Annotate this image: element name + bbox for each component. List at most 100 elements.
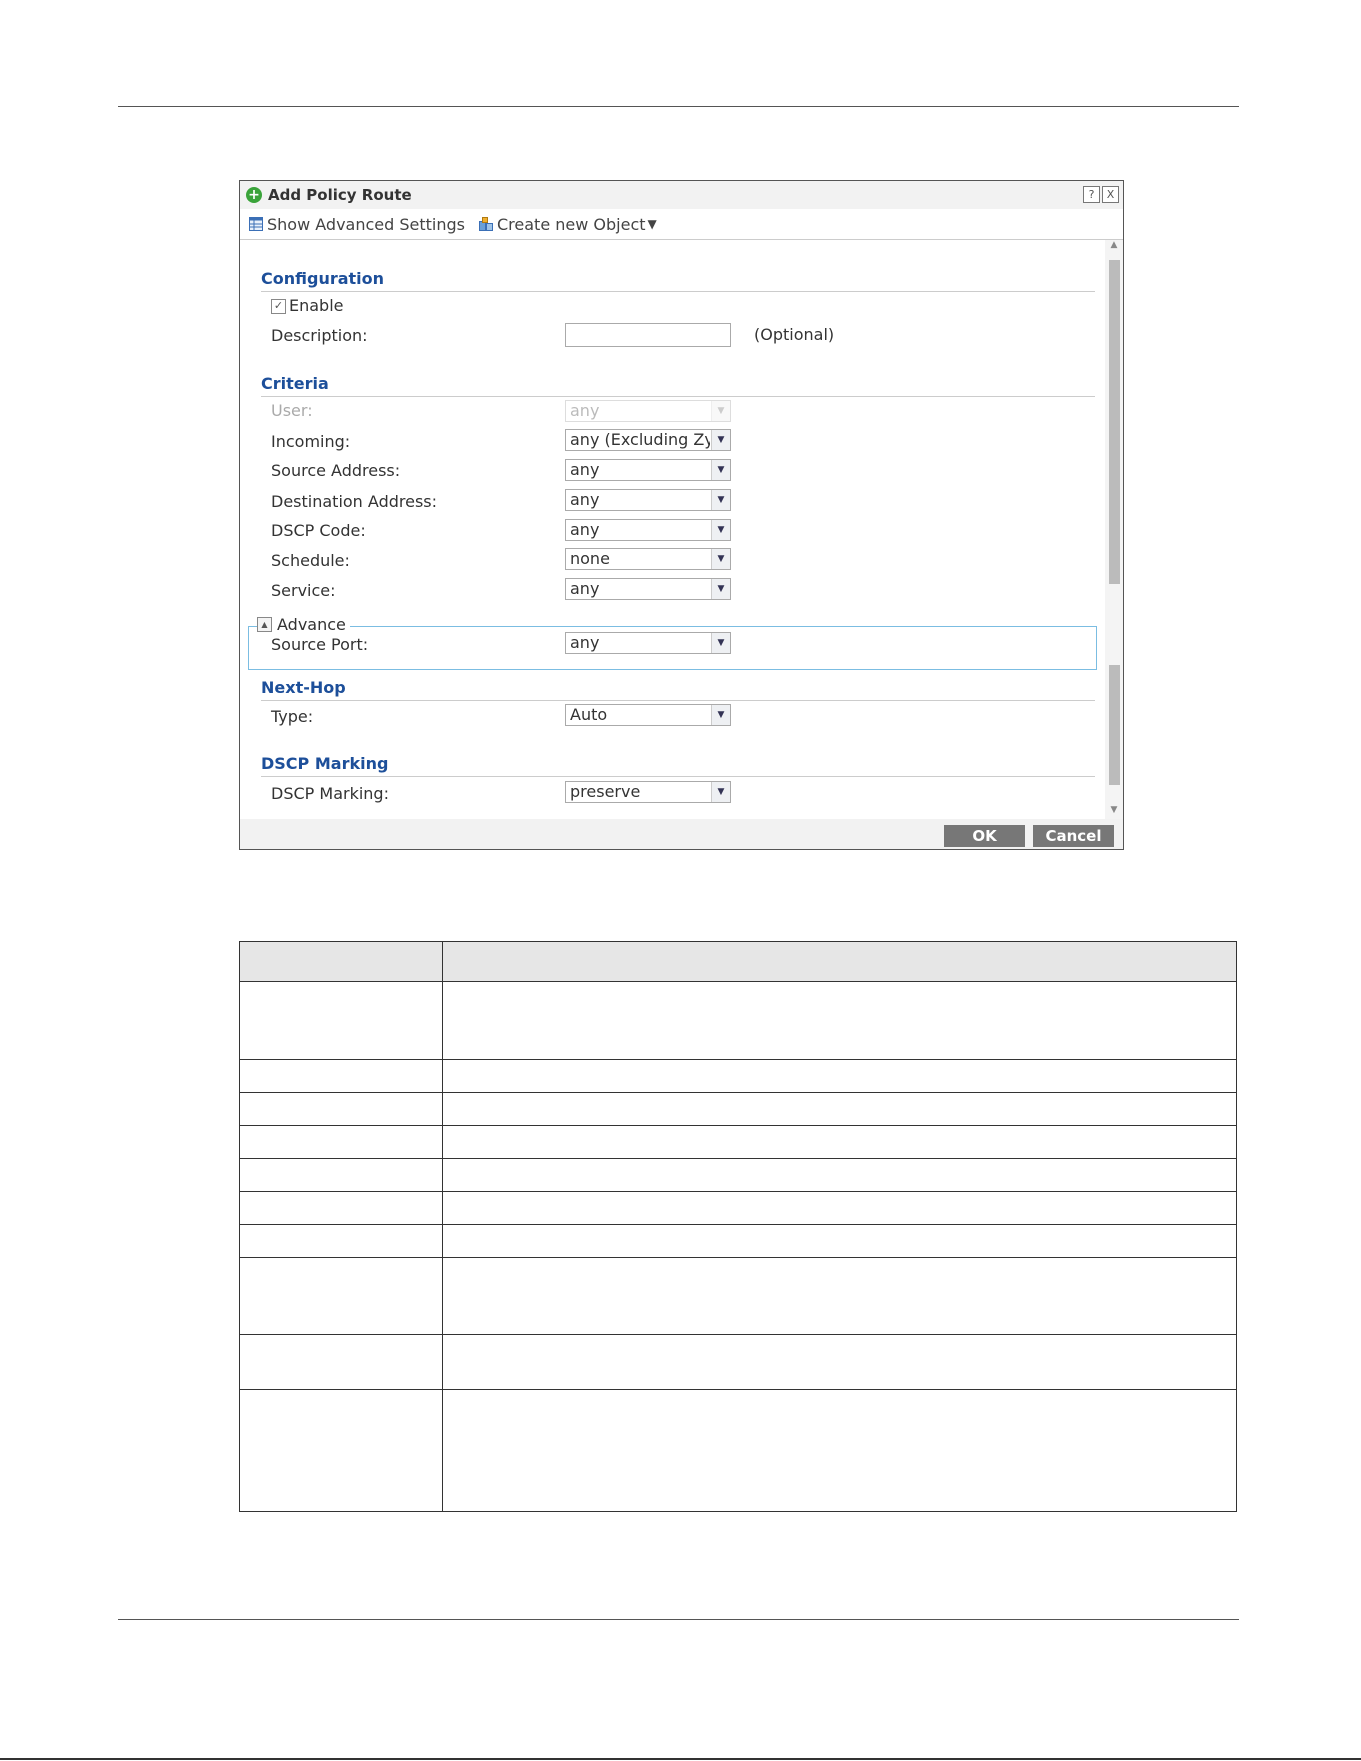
show-advanced-settings-button[interactable]: Show Advanced Settings: [249, 215, 465, 234]
next-hop-heading: Next-Hop: [261, 678, 1095, 701]
footer-rule: [118, 1619, 1239, 1620]
create-new-object-button[interactable]: Create new Object ▼: [479, 215, 657, 234]
chevron-down-icon[interactable]: ▼: [711, 633, 730, 653]
table-cell: [239, 1224, 443, 1258]
table-cell: [442, 1334, 1237, 1390]
table-cell: [239, 1334, 443, 1390]
table-header-cell: [442, 941, 1237, 982]
add-icon: +: [246, 187, 262, 203]
table-row: [239, 1224, 1237, 1258]
table-row: [239, 1191, 1237, 1225]
dscp-code-label: DSCP Code:: [271, 521, 366, 540]
dialog-footer: OK Cancel: [240, 819, 1123, 849]
close-icon[interactable]: X: [1102, 186, 1119, 203]
table-row: [239, 1092, 1237, 1126]
incoming-select[interactable]: any (Excluding ZyW ▼: [565, 429, 731, 451]
table-cell: [239, 1125, 443, 1159]
table-cell: [442, 1257, 1237, 1335]
table-cell: [442, 1059, 1237, 1093]
table-icon: [249, 217, 263, 231]
cancel-button[interactable]: Cancel: [1033, 825, 1114, 847]
enable-label: Enable: [289, 296, 344, 315]
dscp-code-select[interactable]: any ▼: [565, 519, 731, 541]
source-address-select[interactable]: any ▼: [565, 459, 731, 481]
table-cell: [442, 1158, 1237, 1192]
chevron-down-icon[interactable]: ▼: [711, 782, 730, 802]
incoming-value: any (Excluding ZyW: [570, 430, 710, 449]
field-description-table: [239, 941, 1237, 1512]
chevron-down-icon[interactable]: ▼: [711, 549, 730, 569]
table-header-row: [239, 941, 1237, 982]
source-port-label: Source Port:: [271, 635, 369, 654]
source-port-value: any: [570, 633, 600, 652]
schedule-value: none: [570, 549, 610, 568]
description-hint: (Optional): [754, 325, 835, 344]
chevron-down-icon[interactable]: ▼: [711, 520, 730, 540]
table-row: [239, 1158, 1237, 1192]
table-cell: [239, 1257, 443, 1335]
table-cell: [442, 1389, 1237, 1512]
incoming-label: Incoming:: [271, 432, 351, 451]
table-cell: [442, 1191, 1237, 1225]
dialog-title: Add Policy Route: [268, 186, 412, 204]
table-header-cell: [239, 941, 443, 982]
table-cell: [442, 1224, 1237, 1258]
dropdown-arrow-icon: ▼: [647, 217, 657, 231]
destination-address-select[interactable]: any ▼: [565, 489, 731, 511]
chevron-down-icon[interactable]: ▼: [711, 705, 730, 725]
type-select[interactable]: Auto ▼: [565, 704, 731, 726]
user-label: User:: [271, 401, 313, 420]
dialog-content: Configuration ✓ Enable Description: (Opt…: [240, 240, 1105, 819]
table-cell: [442, 981, 1237, 1060]
description-label: Description:: [271, 326, 368, 345]
page-bottom-rule: [0, 1758, 1361, 1760]
dscp-marking-select[interactable]: preserve ▼: [565, 781, 731, 803]
source-address-value: any: [570, 460, 600, 479]
scrollbar-track-segment[interactable]: [1109, 665, 1120, 785]
scroll-down-icon[interactable]: ▼: [1105, 805, 1123, 819]
table-cell: [239, 1059, 443, 1093]
dscp-marking-label: DSCP Marking:: [271, 784, 389, 803]
service-select[interactable]: any ▼: [565, 578, 731, 600]
chevron-down-icon[interactable]: ▼: [711, 460, 730, 480]
table-row: [239, 1257, 1237, 1335]
table-cell: [239, 981, 443, 1060]
dialog-toolbar: Show Advanced Settings Create new Object…: [240, 209, 1123, 240]
table-row: [239, 981, 1237, 1060]
description-input[interactable]: [565, 323, 731, 347]
user-select: any ▼: [565, 400, 731, 422]
chevron-down-icon[interactable]: ▼: [711, 579, 730, 599]
advance-legend: ▲ Advance: [257, 615, 350, 634]
table-row: [239, 1334, 1237, 1390]
dscp-code-value: any: [570, 520, 600, 539]
table-cell: [442, 1092, 1237, 1126]
configuration-heading: Configuration: [261, 269, 1095, 292]
service-value: any: [570, 579, 600, 598]
ok-button[interactable]: OK: [944, 825, 1025, 847]
table-row: [239, 1389, 1237, 1512]
service-label: Service:: [271, 581, 336, 600]
help-icon[interactable]: ?: [1083, 186, 1100, 203]
vertical-scrollbar[interactable]: ▲ ▼: [1105, 240, 1123, 819]
header-rule: [118, 106, 1239, 107]
add-policy-route-dialog: + Add Policy Route ? X Show Advanced Set…: [239, 180, 1124, 850]
table-cell: [239, 1389, 443, 1512]
schedule-select[interactable]: none ▼: [565, 548, 731, 570]
user-value: any: [570, 401, 600, 420]
scrollbar-thumb[interactable]: [1109, 260, 1120, 584]
table-cell: [239, 1092, 443, 1126]
table-cell: [239, 1191, 443, 1225]
chevron-down-icon: ▼: [711, 401, 730, 421]
enable-checkbox[interactable]: ✓: [271, 299, 286, 314]
scroll-up-icon[interactable]: ▲: [1105, 240, 1123, 254]
table-row: [239, 1125, 1237, 1159]
create-new-object-label: Create new Object: [497, 214, 646, 234]
show-advanced-settings-label: Show Advanced Settings: [267, 214, 465, 234]
chevron-down-icon[interactable]: ▼: [711, 490, 730, 510]
table-row: [239, 1059, 1237, 1093]
destination-address-label: Destination Address:: [271, 492, 438, 511]
collapse-icon[interactable]: ▲: [257, 617, 272, 632]
source-port-select[interactable]: any ▼: [565, 632, 731, 654]
chevron-down-icon[interactable]: ▼: [711, 430, 730, 450]
destination-address-value: any: [570, 490, 600, 509]
